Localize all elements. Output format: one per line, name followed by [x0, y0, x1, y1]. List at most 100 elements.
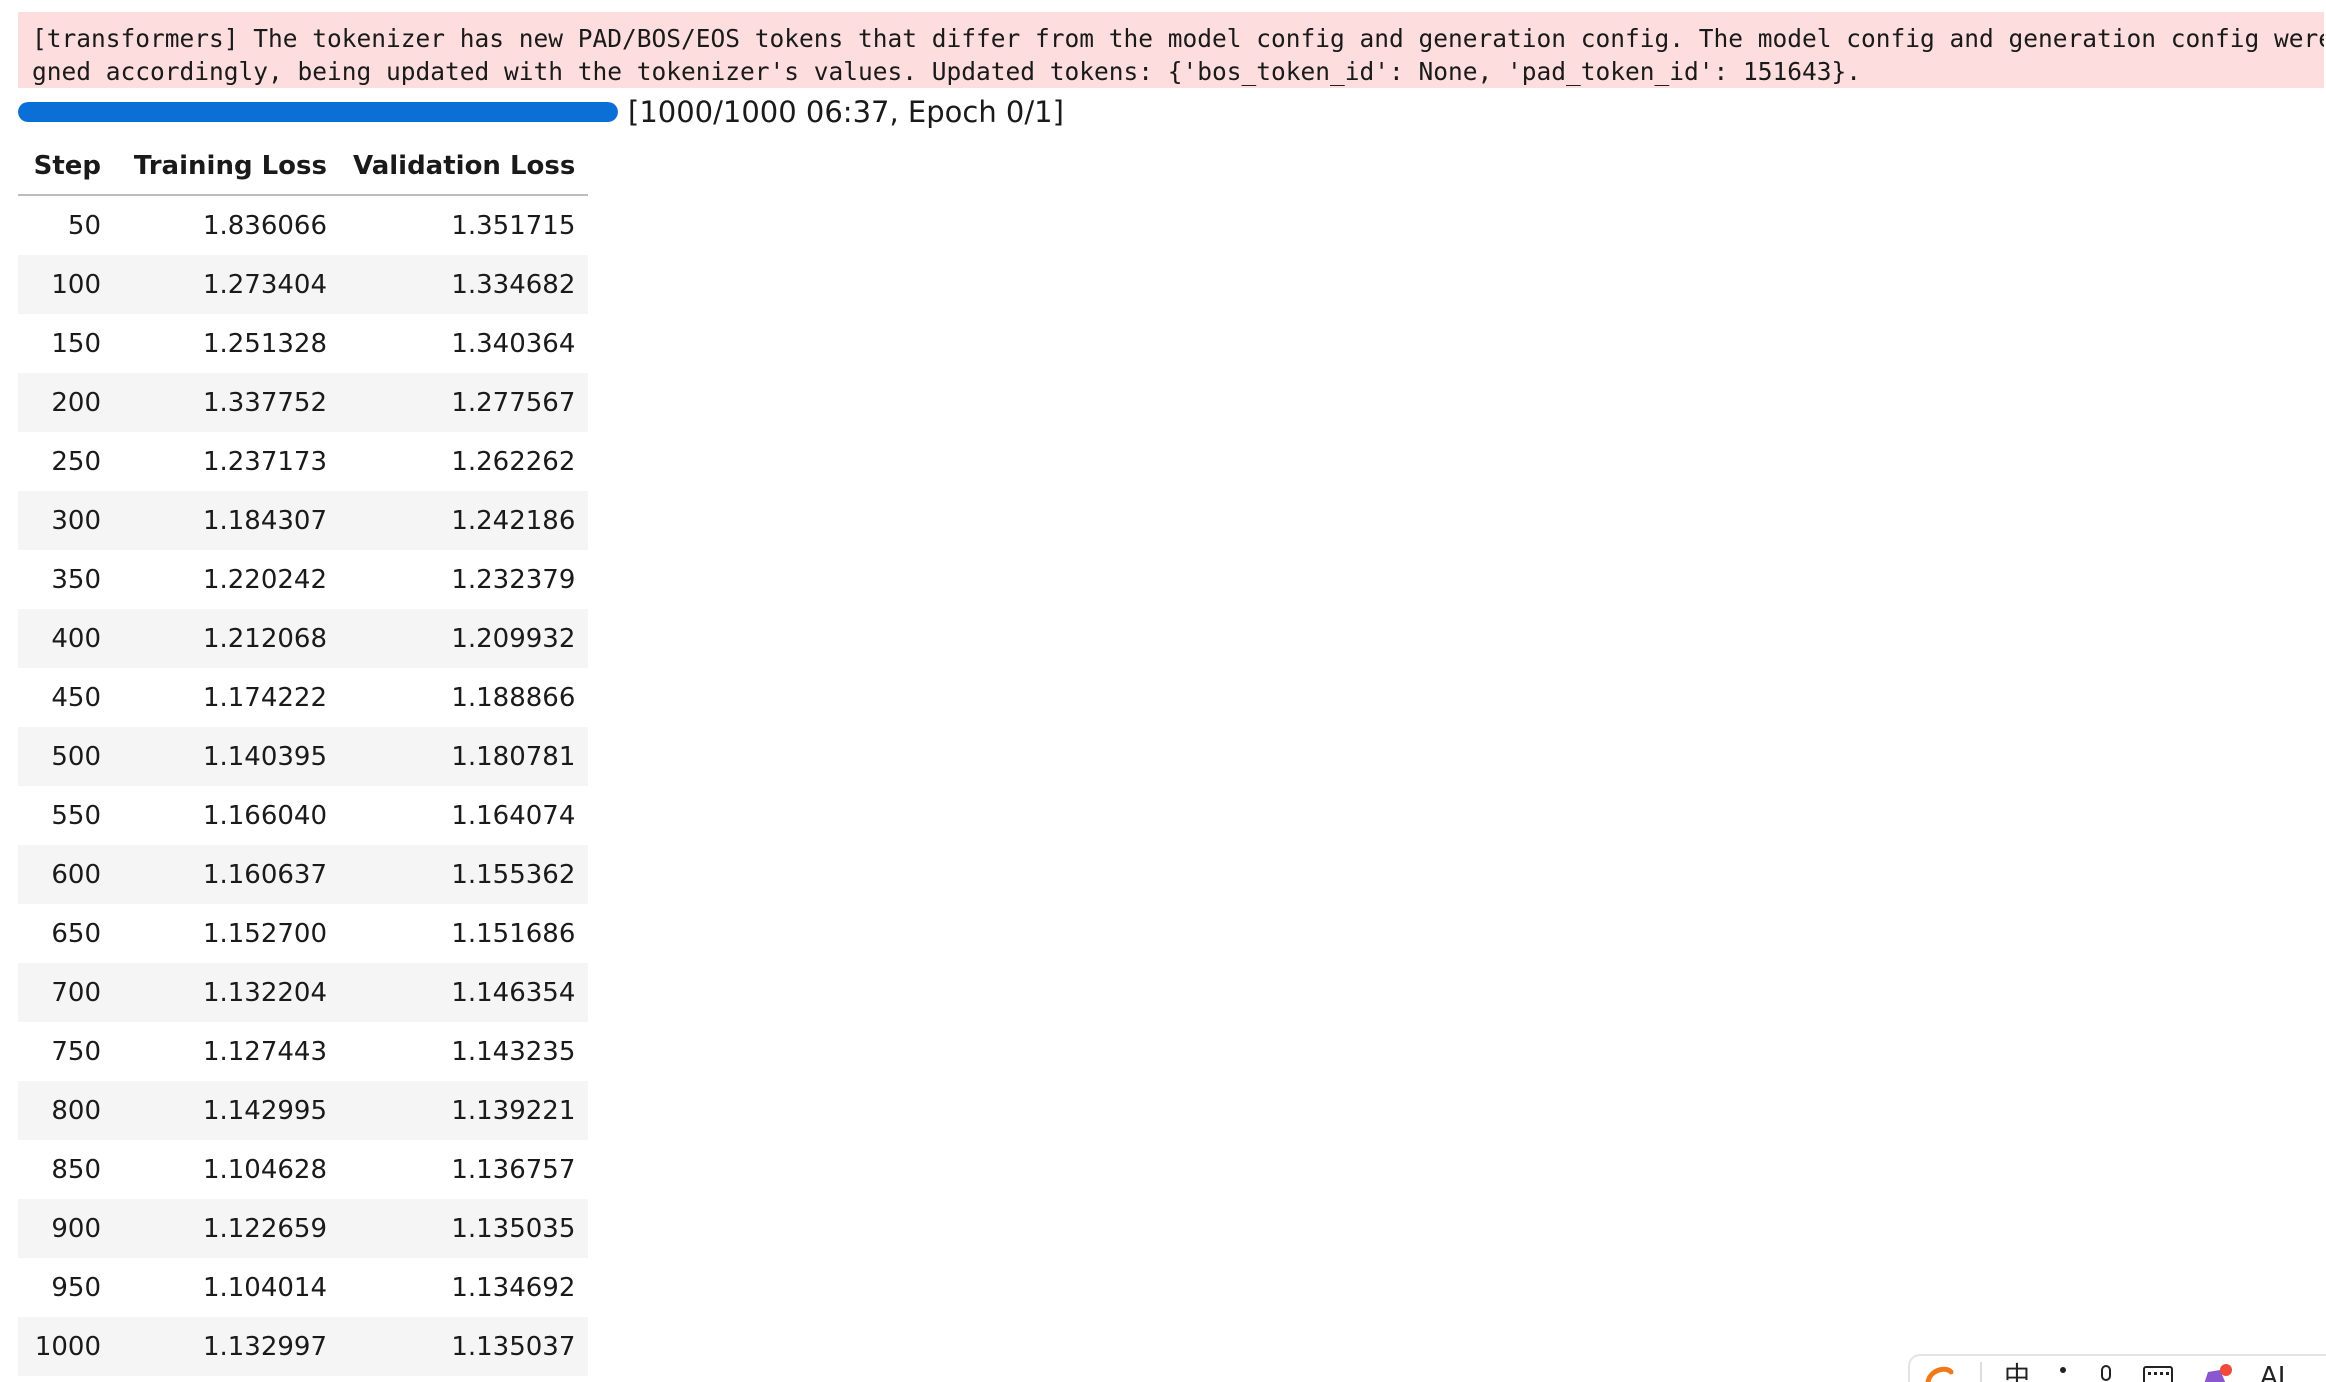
column-header-training-loss: Training Loss — [114, 138, 340, 196]
cell-step: 200 — [18, 373, 114, 432]
cell-validation-loss: 1.135035 — [340, 1199, 589, 1258]
cell-training-loss: 1.127443 — [202, 1036, 327, 1067]
cell-validation-loss: 1.277567 — [340, 373, 589, 432]
cell-step: 850 — [51, 1154, 101, 1185]
cell-step: 500 — [18, 727, 114, 786]
cell-training-loss: 1.104628 — [202, 1154, 327, 1185]
cell-training-loss: 1.836066 — [202, 210, 327, 241]
cell-step: 900 — [18, 1199, 114, 1258]
cell-training-loss: 1.273404 — [114, 255, 340, 314]
cell-step: 150 — [51, 328, 101, 359]
table-row: 850 1.104628 1.136757 — [18, 1140, 588, 1199]
cell-step: 750 — [51, 1036, 101, 1067]
table-row: 450 1.174222 1.188866 — [18, 668, 588, 727]
cell-validation-loss: 1.155362 — [340, 845, 589, 904]
table-row: 250 1.237173 1.262262 — [18, 432, 588, 491]
column-header-step: Step — [18, 138, 114, 196]
cell-step: 450 — [51, 682, 101, 713]
cell-validation-loss: 1.135037 — [340, 1317, 589, 1376]
cell-validation-loss: 1.188866 — [451, 682, 576, 713]
ai-label: AI — [2260, 1362, 2286, 1382]
cell-step: 350 — [51, 564, 101, 595]
cell-training-loss: 1.166040 — [202, 800, 327, 831]
cell-training-loss: 1.160637 — [114, 845, 340, 904]
skin-icon[interactable] — [2200, 1356, 2234, 1382]
cell-step: 700 — [18, 963, 114, 1022]
cell-step: 650 — [51, 918, 101, 949]
table-row: 150 1.251328 1.340364 — [18, 314, 588, 373]
cell-step: 950 — [51, 1272, 101, 1303]
cell-step: 400 — [18, 609, 114, 668]
cell-step: 250 — [51, 446, 101, 477]
cell-training-loss: 1.152700 — [202, 918, 327, 949]
table-row: 550 1.166040 1.164074 — [18, 786, 588, 845]
cell-step: 1000 — [18, 1317, 114, 1376]
cell-training-loss: 1.104014 — [202, 1272, 327, 1303]
cell-validation-loss: 1.134692 — [451, 1272, 576, 1303]
table-row: 100 1.273404 1.334682 — [18, 255, 589, 314]
table-row: 800 1.142995 1.139221 — [18, 1081, 589, 1140]
table-row: 600 1.160637 1.155362 — [18, 845, 589, 904]
cell-validation-loss: 1.242186 — [340, 491, 589, 550]
table-row: 650 1.152700 1.151686 — [18, 904, 588, 963]
toolbar-divider — [1980, 1362, 1982, 1382]
cell-validation-loss: 1.232379 — [451, 564, 576, 595]
cell-validation-loss: 1.209932 — [340, 609, 589, 668]
cell-step: 550 — [51, 800, 101, 831]
table-row: 900 1.122659 1.135035 — [18, 1199, 589, 1258]
sogou-ime-icon[interactable] — [1924, 1356, 1954, 1382]
cell-validation-loss: 1.334682 — [340, 255, 589, 314]
ai-assistant-icon[interactable]: AI — [2260, 1356, 2285, 1382]
cell-validation-loss: 1.262262 — [451, 446, 576, 477]
keyboard-icon[interactable] — [2142, 1356, 2174, 1382]
table-row: 500 1.140395 1.180781 — [18, 727, 589, 786]
cell-training-loss: 1.251328 — [202, 328, 327, 359]
progress-bar — [18, 102, 618, 122]
table-row: 300 1.184307 1.242186 — [18, 491, 589, 550]
cell-training-loss: 1.212068 — [114, 609, 340, 668]
ime-toolbar: 中 AI — [1908, 1354, 2326, 1382]
warning-line-1: [transformers] The tokenizer has new PAD… — [32, 24, 2324, 53]
table-row: 50 1.836066 1.351715 — [18, 195, 588, 255]
cell-validation-loss: 1.164074 — [451, 800, 576, 831]
cell-training-loss: 1.140395 — [114, 727, 340, 786]
cell-training-loss: 1.132204 — [114, 963, 340, 1022]
cell-step: 800 — [18, 1081, 114, 1140]
cell-step: 300 — [18, 491, 114, 550]
table-row: 700 1.132204 1.146354 — [18, 963, 589, 1022]
table-row: 350 1.220242 1.232379 — [18, 550, 588, 609]
table-row: 200 1.337752 1.277567 — [18, 373, 589, 432]
cell-validation-loss: 1.180781 — [340, 727, 589, 786]
table-header-row: Step Training Loss Validation Loss — [18, 138, 589, 196]
table-row: 400 1.212068 1.209932 — [18, 609, 589, 668]
warning-line-2: gned accordingly, being updated with the… — [32, 57, 1862, 86]
table-row: 950 1.104014 1.134692 — [18, 1258, 588, 1317]
training-progress: [1000/1000 06:37, Epoch 0/1] — [18, 92, 1064, 132]
cell-step: 50 — [67, 210, 101, 241]
cell-training-loss: 1.337752 — [114, 373, 340, 432]
cell-training-loss: 1.142995 — [114, 1081, 340, 1140]
cell-training-loss: 1.237173 — [202, 446, 327, 477]
cell-training-loss: 1.220242 — [202, 564, 327, 595]
notebook-output: [transformers] The tokenizer has new PAD… — [0, 0, 2326, 1382]
chinese-input-mode-icon[interactable]: 中 — [2004, 1356, 2030, 1382]
table-row: 1000 1.132997 1.135037 — [18, 1317, 589, 1376]
cell-validation-loss: 1.351715 — [451, 210, 576, 241]
cell-training-loss: 1.174222 — [202, 682, 327, 713]
cell-step: 600 — [18, 845, 114, 904]
training-metrics-table: Step Training Loss Validation Loss 50 1.8… — [18, 138, 589, 1376]
microphone-icon[interactable] — [2096, 1356, 2116, 1382]
table-row: 750 1.127443 1.143235 — [18, 1022, 588, 1081]
cell-training-loss: 1.132997 — [114, 1317, 340, 1376]
cell-training-loss: 1.184307 — [114, 491, 340, 550]
cell-validation-loss: 1.139221 — [340, 1081, 589, 1140]
table-body: 50 1.836066 1.351715 100 1.273404 1.334682 150… — [18, 195, 589, 1376]
column-header-validation-loss: Validation Loss — [340, 138, 589, 196]
ime-mode-label: 中 — [2004, 1362, 2031, 1382]
progress-status-text: [1000/1000 06:37, Epoch 0/1] — [628, 95, 1064, 129]
cell-validation-loss: 1.143235 — [451, 1036, 576, 1067]
punctuation-icon[interactable] — [2056, 1356, 2070, 1382]
cell-validation-loss: 1.146354 — [340, 963, 589, 1022]
progress-bar-fill — [18, 102, 618, 122]
stderr-warning-output: [transformers] The tokenizer has new PAD… — [18, 12, 2324, 88]
